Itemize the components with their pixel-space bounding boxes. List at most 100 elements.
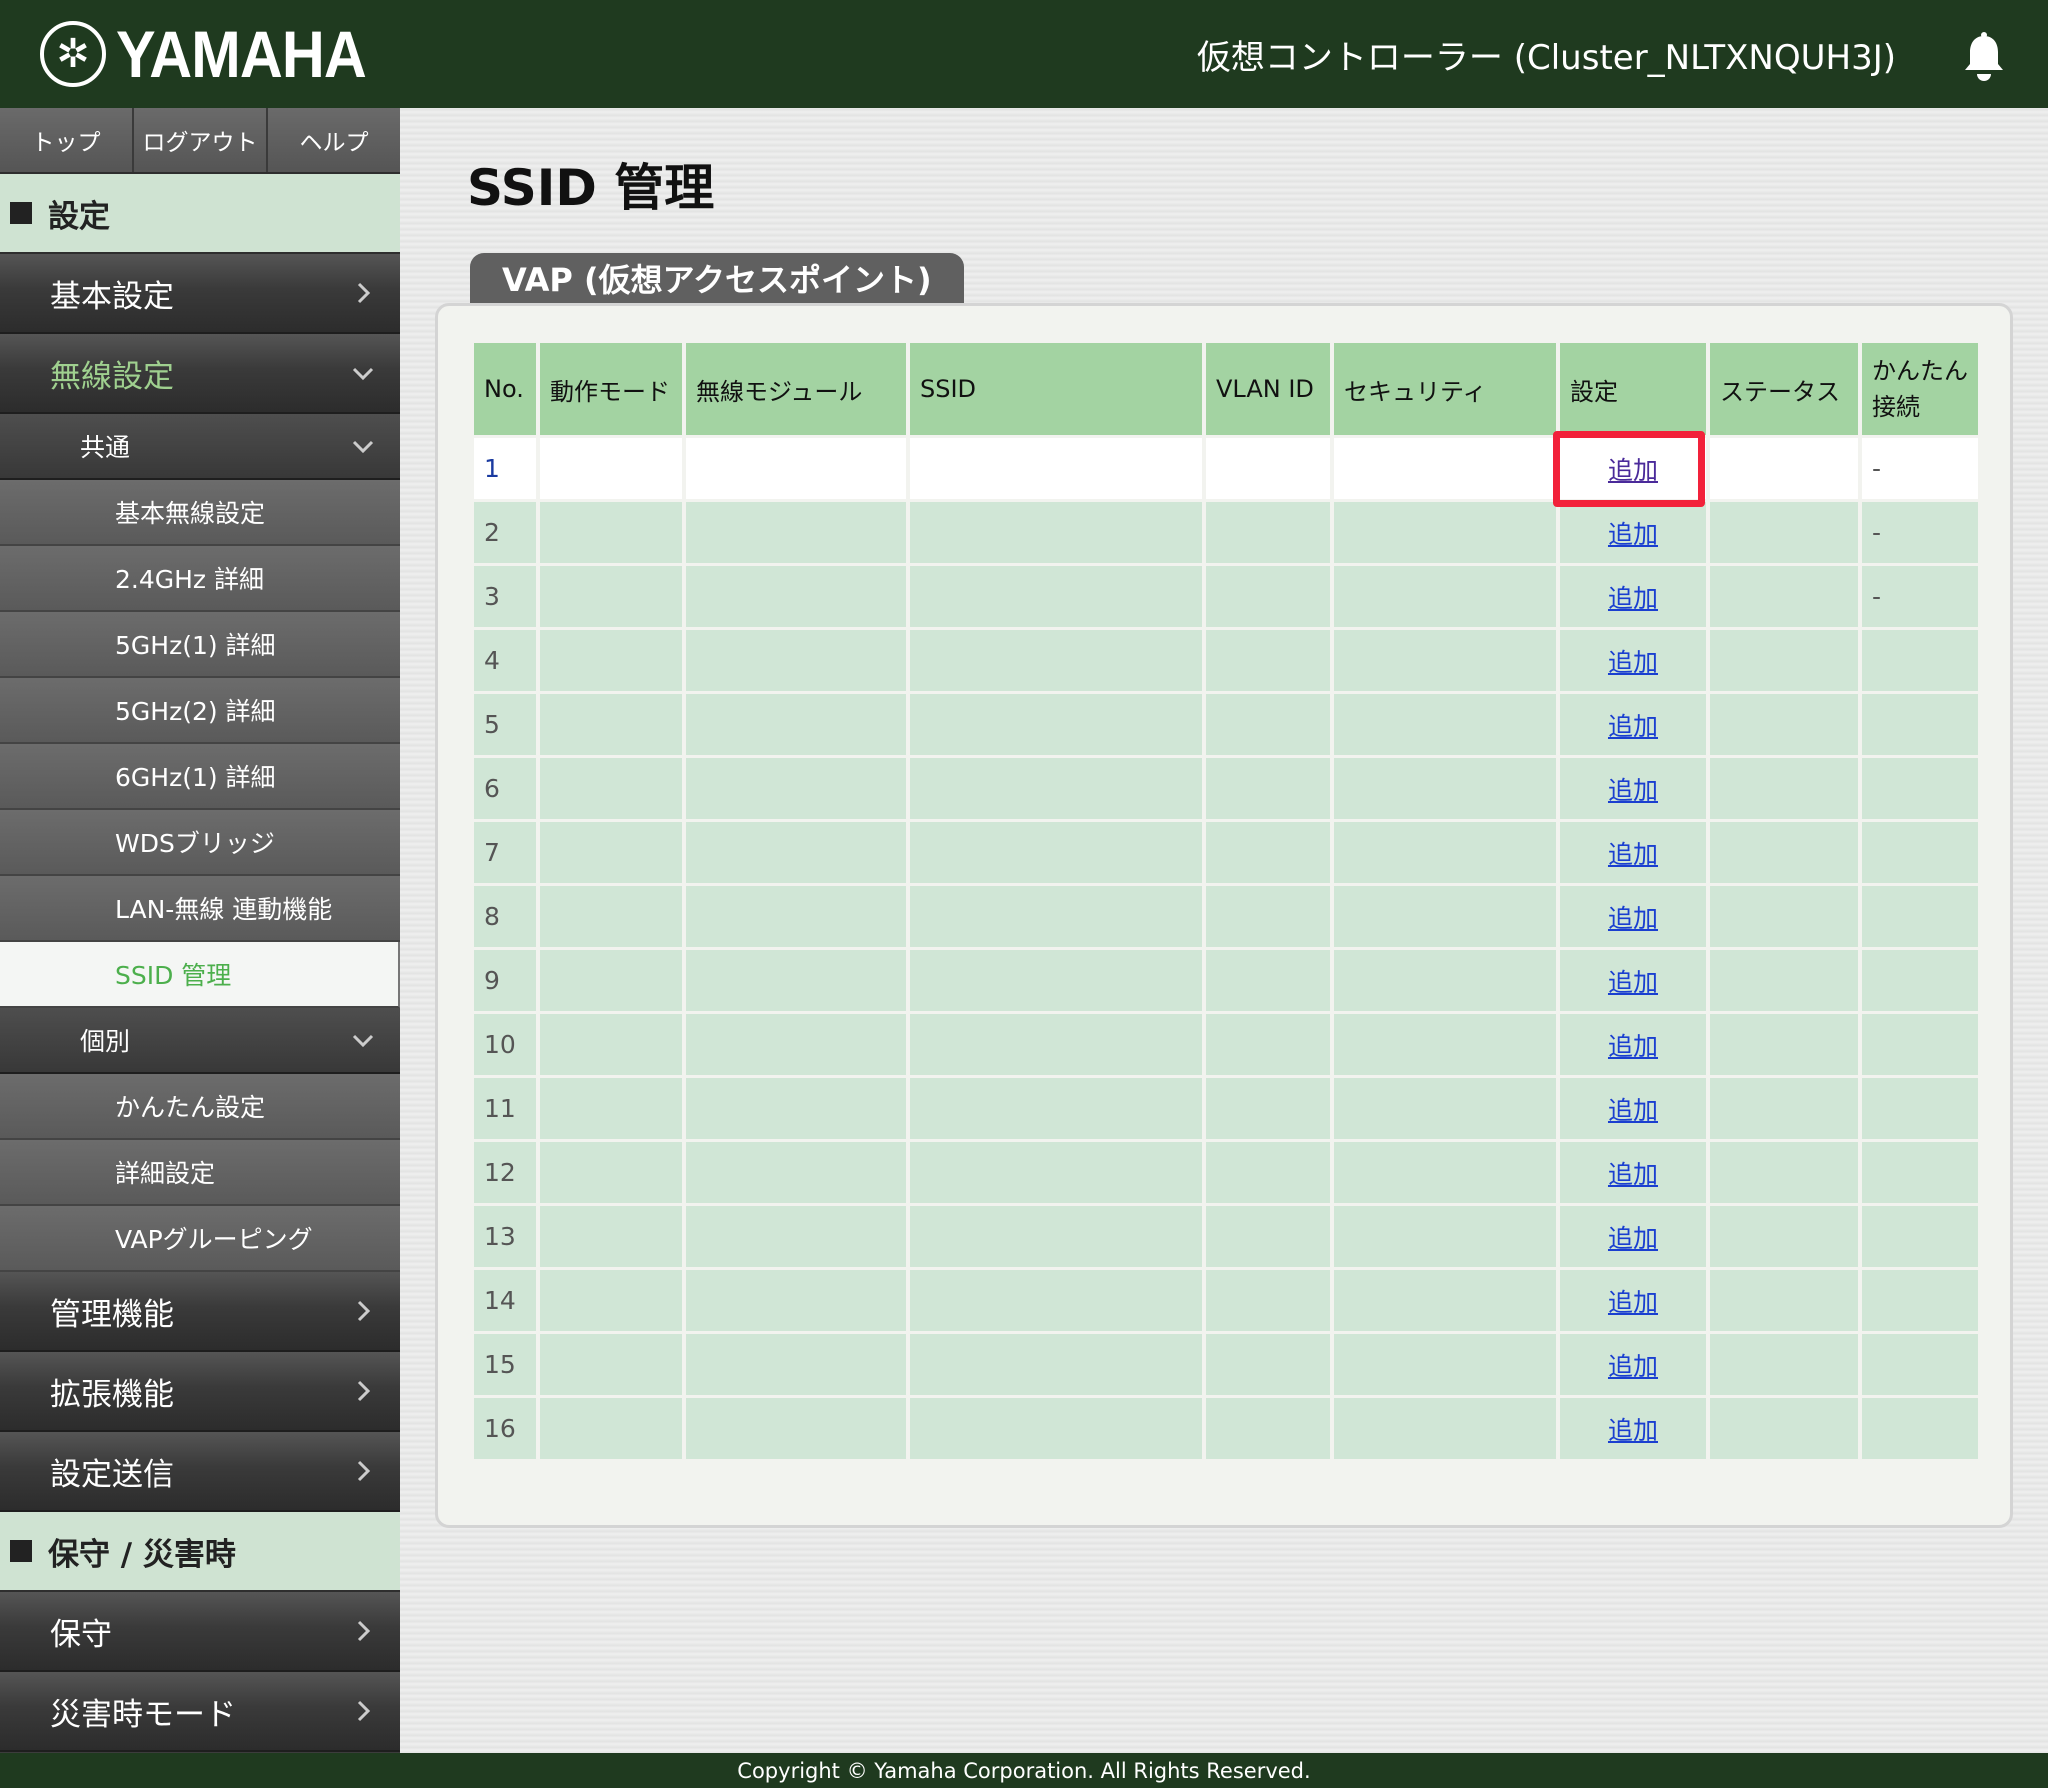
menu-vap-grouping[interactable]: VAPグルーピング xyxy=(0,1206,400,1272)
cell-security xyxy=(1334,950,1556,1011)
add-link[interactable]: 追加 xyxy=(1608,1224,1658,1253)
table-row: 15 追加 xyxy=(474,1334,1978,1395)
nav-logout[interactable]: ログアウト xyxy=(134,108,268,172)
cell-status xyxy=(1710,758,1858,819)
col-ssid: SSID xyxy=(910,343,1202,435)
cell-security xyxy=(1334,1078,1556,1139)
cell-no: 14 xyxy=(474,1270,536,1331)
add-link[interactable]: 追加 xyxy=(1608,1032,1658,1061)
tab-vap[interactable]: VAP (仮想アクセスポイント) xyxy=(470,253,964,303)
cell-easy-connect xyxy=(1862,1398,1978,1459)
cell-setting: 追加 xyxy=(1560,950,1706,1011)
menu-detail-setup[interactable]: 詳細設定 xyxy=(0,1140,400,1206)
vap-table: No. 動作モード 無線モジュール SSID VLAN ID セキュリティ 設定… xyxy=(470,340,1982,1462)
menu-extended[interactable]: 拡張機能 xyxy=(0,1352,400,1432)
menu-ssid-management[interactable]: SSID 管理 xyxy=(0,942,400,1008)
cell-operation-mode xyxy=(540,1334,682,1395)
cell-no: 6 xyxy=(474,758,536,819)
add-link[interactable]: 追加 xyxy=(1608,1416,1658,1445)
cell-setting: 追加 xyxy=(1560,694,1706,755)
bell-icon[interactable] xyxy=(1962,32,2006,82)
menu-label: 基本設定 xyxy=(50,278,174,315)
cell-operation-mode xyxy=(540,758,682,819)
menu-6ghz1-detail[interactable]: 6GHz(1) 詳細 xyxy=(0,744,400,810)
menu-easy-setup[interactable]: かんたん設定 xyxy=(0,1074,400,1140)
cell-setting: 追加 xyxy=(1560,1142,1706,1203)
yamaha-logo[interactable]: ✲ YAMAHA xyxy=(40,17,394,91)
menu-label: 無線設定 xyxy=(50,358,174,395)
chevron-right-icon xyxy=(357,1700,371,1722)
chevron-down-icon xyxy=(352,367,374,381)
cell-easy-connect xyxy=(1862,950,1978,1011)
section-settings: 設定 xyxy=(0,174,400,254)
add-link[interactable]: 追加 xyxy=(1608,1160,1658,1189)
menu-basic-wireless[interactable]: 基本無線設定 xyxy=(0,480,400,546)
cell-setting: 追加 xyxy=(1560,1206,1706,1267)
square-bullet-icon xyxy=(10,1540,32,1562)
cell-operation-mode xyxy=(540,630,682,691)
add-link[interactable]: 追加 xyxy=(1608,584,1658,613)
nav-help[interactable]: ヘルプ xyxy=(268,108,400,172)
cell-wireless-module xyxy=(686,758,906,819)
cell-vlan-id xyxy=(1206,1398,1330,1459)
add-link[interactable]: 追加 xyxy=(1608,712,1658,741)
cell-easy-connect xyxy=(1862,1078,1978,1139)
add-link[interactable]: 追加 xyxy=(1608,840,1658,869)
menu-disaster-mode[interactable]: 災害時モード xyxy=(0,1672,400,1752)
add-link[interactable]: 追加 xyxy=(1608,1352,1658,1381)
cell-operation-mode xyxy=(540,502,682,563)
add-link[interactable]: 追加 xyxy=(1608,520,1658,549)
add-link[interactable]: 追加 xyxy=(1608,1288,1658,1317)
add-link[interactable]: 追加 xyxy=(1608,776,1658,805)
cell-status xyxy=(1710,1142,1858,1203)
menu-send-settings[interactable]: 設定送信 xyxy=(0,1432,400,1512)
menu-5ghz1-detail[interactable]: 5GHz(1) 詳細 xyxy=(0,612,400,678)
table-row: 16 追加 xyxy=(474,1398,1978,1459)
add-link[interactable]: 追加 xyxy=(1608,1096,1658,1125)
nav-top[interactable]: トップ xyxy=(0,108,134,172)
cell-no: 4 xyxy=(474,630,536,691)
section-maintenance: 保守 / 災害時 xyxy=(0,1512,400,1592)
cell-setting: 追加 xyxy=(1560,886,1706,947)
add-link[interactable]: 追加 xyxy=(1608,968,1658,997)
menu-wds-bridge[interactable]: WDSブリッジ xyxy=(0,810,400,876)
menu-maintenance[interactable]: 保守 xyxy=(0,1592,400,1672)
table-row: 12 追加 xyxy=(474,1142,1978,1203)
chevron-right-icon xyxy=(357,1460,371,1482)
cell-status xyxy=(1710,950,1858,1011)
menu-common[interactable]: 共通 xyxy=(0,414,400,480)
cell-wireless-module xyxy=(686,438,906,499)
cell-operation-mode xyxy=(540,438,682,499)
menu-wireless-settings[interactable]: 無線設定 xyxy=(0,334,400,414)
cell-ssid xyxy=(910,1270,1202,1331)
menu-24ghz-detail[interactable]: 2.4GHz 詳細 xyxy=(0,546,400,612)
add-link[interactable]: 追加 xyxy=(1608,904,1658,933)
cell-ssid xyxy=(910,1014,1202,1075)
cell-easy-connect xyxy=(1862,1334,1978,1395)
menu-lan-wireless-link[interactable]: LAN-無線 連動機能 xyxy=(0,876,400,942)
cell-operation-mode xyxy=(540,886,682,947)
cell-setting: 追加 xyxy=(1560,566,1706,627)
table-row: 8 追加 xyxy=(474,886,1978,947)
menu-5ghz2-detail[interactable]: 5GHz(2) 詳細 xyxy=(0,678,400,744)
cell-operation-mode xyxy=(540,1270,682,1331)
cell-security xyxy=(1334,758,1556,819)
square-bullet-icon xyxy=(10,202,32,224)
cell-vlan-id xyxy=(1206,1142,1330,1203)
menu-basic-settings[interactable]: 基本設定 xyxy=(0,254,400,334)
cell-ssid xyxy=(910,1142,1202,1203)
tuning-fork-icon: ✲ xyxy=(40,21,106,87)
cell-security xyxy=(1334,694,1556,755)
add-link[interactable]: 追加 xyxy=(1608,648,1658,677)
cell-ssid xyxy=(910,1334,1202,1395)
cell-no: 8 xyxy=(474,886,536,947)
sidebar: トップ ログアウト ヘルプ 設定 基本設定 無線設定 共通 基本無線設定 2.4… xyxy=(0,108,400,1753)
menu-individual[interactable]: 個別 xyxy=(0,1008,400,1074)
cell-status xyxy=(1710,1398,1858,1459)
cell-no: 12 xyxy=(474,1142,536,1203)
section-maintenance-label: 保守 / 災害時 xyxy=(48,1536,236,1573)
menu-label: 個別 xyxy=(80,1027,131,1056)
add-link[interactable]: 追加 xyxy=(1608,456,1658,485)
cell-status xyxy=(1710,566,1858,627)
menu-management[interactable]: 管理機能 xyxy=(0,1272,400,1352)
